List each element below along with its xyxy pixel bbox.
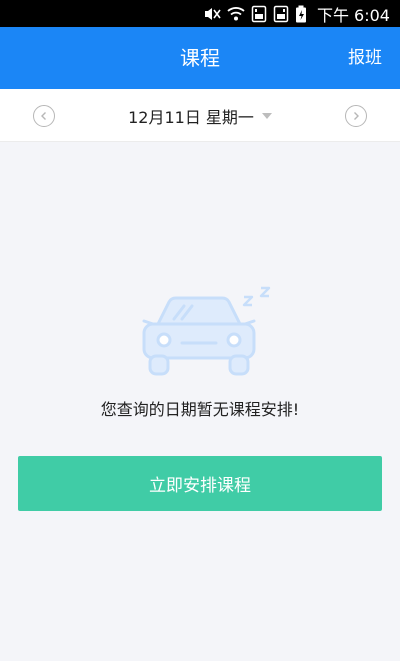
sleeping-car-icon [142, 286, 271, 376]
sim2-icon [273, 5, 289, 23]
clock: 下午 6:04 [316, 5, 390, 25]
date-picker[interactable]: 12月11日 星期一 [0, 89, 400, 142]
page-title: 课程 [180, 46, 220, 70]
next-day-button[interactable] [345, 105, 367, 127]
date-text: 12月11日 星期一 [128, 107, 254, 127]
mute-icon [203, 6, 221, 22]
sim1-icon [251, 5, 267, 23]
app-bar: 课程 报班 [0, 27, 400, 89]
chevron-right-icon [354, 112, 359, 120]
enroll-button[interactable]: 报班 [348, 27, 382, 89]
date-selector: 12月11日 星期一 [0, 89, 400, 142]
caret-down-icon [261, 112, 272, 119]
battery-icon [295, 5, 307, 23]
wifi-icon [227, 6, 245, 22]
empty-message: 您查询的日期暂无课程安排! [100, 400, 300, 419]
schedule-course-button[interactable]: 立即安排课程 [18, 456, 382, 511]
status-bar: 下午 6:04 [0, 0, 400, 27]
